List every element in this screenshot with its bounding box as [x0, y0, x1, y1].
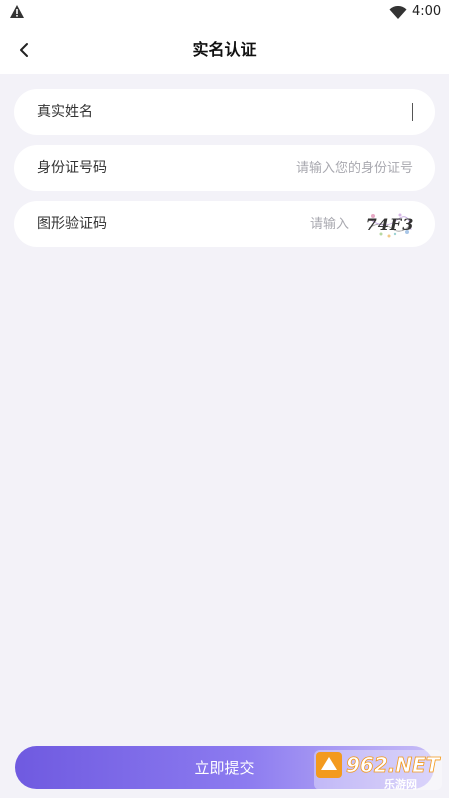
id-number-input[interactable] [163, 153, 413, 183]
captcha-text: 74F3 [365, 214, 415, 234]
text-cursor [412, 103, 413, 121]
watermark-sub: 乐游网 [384, 777, 417, 791]
warning-icon [9, 4, 25, 23]
captcha-row: 图形验证码 74F3 [14, 201, 435, 247]
site-watermark: 962.NET 乐游网 [312, 748, 444, 792]
id-number-label: 身份证号码 [37, 160, 107, 176]
captcha-image[interactable]: 74F3 [365, 210, 415, 238]
name-input[interactable] [163, 97, 413, 127]
wifi-icon [389, 5, 407, 24]
page-title: 实名认证 [192, 40, 257, 59]
id-number-row: 身份证号码 [14, 145, 435, 191]
captcha-label: 图形验证码 [37, 216, 107, 232]
name-row: 真实姓名 [14, 89, 435, 135]
status-time: 4:00 [412, 4, 442, 19]
captcha-input[interactable] [209, 209, 349, 239]
nav-bar: 实名认证 [0, 26, 449, 74]
status-bar: 4:00 [0, 0, 449, 26]
watermark-brand: 962.NET [346, 753, 441, 777]
name-label: 真实姓名 [37, 104, 93, 120]
